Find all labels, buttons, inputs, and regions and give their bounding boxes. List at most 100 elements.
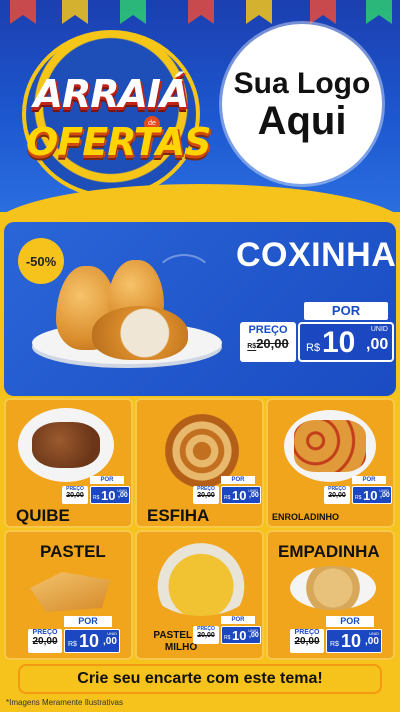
currency-symbol: R$ [224, 495, 231, 501]
old-price: 20,00 [294, 636, 320, 647]
currency-symbol: R$ [224, 635, 231, 641]
product-card-pastel-de-milho[interactable]: PASTEL DE MILHO PREÇO 20,00 POR R$ 10 ,00… [135, 530, 264, 660]
price-integer: 10 [232, 488, 247, 503]
header-wave-yellow [0, 184, 400, 212]
currency-symbol: R$ [68, 641, 77, 648]
product-price-tag: PREÇO 20,00 POR R$ 10 ,00 UNID [193, 616, 261, 652]
product-price-tag: PREÇO 20,00 POR R$ 10 ,00 UNID [28, 616, 120, 656]
price-cents: ,00 [365, 636, 379, 647]
product-card-pastel[interactable]: PASTEL PREÇO 20,00 POR R$ 10 ,00 UNID [4, 530, 133, 660]
old-price-box: PREÇO 20,00 [62, 486, 88, 504]
quibe-image [32, 422, 100, 468]
price-integer: 10 [322, 326, 356, 359]
new-price-box: R$ 10 ,00 UNID [221, 486, 261, 504]
arraia-ofertas-badge: ARRAIÁ de OFERTAS [22, 30, 212, 198]
new-price-box: R$ 10 ,00 UNID [90, 486, 130, 504]
product-card-enroladinho[interactable]: ENROLADINHO PREÇO 20,00 POR R$ 10 ,00 UNI… [266, 398, 395, 528]
por-label: POR [352, 476, 386, 484]
festa-flag [246, 0, 272, 24]
price-cents: ,00 [366, 336, 389, 353]
unit-label: UNID [248, 488, 258, 493]
festa-flag [120, 0, 146, 24]
price-integer: 10 [101, 488, 116, 503]
disclaimer-note: *Imagens Meramente Ilustrativas [6, 698, 123, 707]
unit-label: UNID [117, 488, 127, 493]
currency-symbol: R$ [355, 495, 362, 501]
new-price-box: R$ 10 ,00 UNID [221, 626, 261, 644]
discount-badge: -50% [18, 238, 64, 284]
logo-placeholder[interactable]: Sua Logo Aqui [222, 24, 382, 184]
product-card-quibe[interactable]: QUIBE PREÇO 20,00 POR R$ 10 ,00 UNID [4, 398, 133, 528]
festa-flag [310, 0, 336, 24]
price-integer: 10 [341, 631, 362, 651]
product-name: ENROLADINHO [272, 512, 339, 522]
por-label: POR [221, 476, 255, 484]
logo-text-line2: Aqui [257, 99, 347, 143]
old-price: 20,00 [197, 632, 215, 639]
unit-label: UNID [369, 631, 379, 636]
new-price-box: R$ 10 ,00 UNID [326, 629, 382, 653]
product-card-esfiha[interactable]: ESFIHA PREÇO 20,00 POR R$ 10 ,00 UNID [135, 398, 264, 528]
price-integer: 10 [79, 631, 100, 651]
badge-title-top: ARRAIÁ [33, 72, 190, 116]
empadinha-image [290, 566, 376, 610]
price-cents: ,00 [380, 492, 390, 499]
por-label: POR [304, 302, 388, 320]
enroladinho-image [294, 420, 366, 472]
festa-flag [366, 0, 392, 24]
por-label: POR [221, 616, 255, 624]
featured-product-name: COXINHA [236, 236, 397, 274]
old-price-box: PREÇO 20,00 [28, 629, 62, 653]
featured-price-tag: POR PREÇO R$20,00 R$ 10 ,00 UNID [240, 302, 396, 364]
old-price-box: PREÇO 20,00 [193, 626, 219, 644]
unit-label: UNID [379, 488, 389, 493]
pastel-de-milho-image [145, 542, 257, 616]
price-integer: 10 [363, 488, 378, 503]
product-price-tag: PREÇO 20,00 POR R$ 10 ,00 UNID [62, 476, 130, 512]
old-price: 20,00 [66, 492, 84, 499]
product-name: PASTEL [40, 542, 106, 561]
new-price-box: R$ 10 ,00 UNID [298, 322, 394, 362]
por-label: POR [90, 476, 124, 484]
unit-label: UNID [107, 631, 117, 636]
festa-flag [188, 0, 214, 24]
currency-symbol: R$ [306, 342, 321, 354]
coxinha-cut-image [92, 306, 188, 360]
festa-flag [62, 0, 88, 24]
preco-label: PREÇO [294, 629, 320, 636]
badge-title-bottom: OFERTAS [26, 120, 212, 164]
product-price-tag: PREÇO 20,00 POR R$ 10 ,00 UNID [193, 476, 261, 512]
por-label: POR [64, 616, 112, 627]
new-price-box: R$ 10 ,00 UNID [352, 486, 392, 504]
old-price-box: PREÇO 20,00 [324, 486, 350, 504]
festa-flag [10, 0, 36, 24]
product-price-tag: PREÇO 20,00 POR R$ 10 ,00 UNID [290, 616, 382, 656]
old-price: 20,00 [197, 492, 215, 499]
cta-banner[interactable]: Crie seu encarte com este tema! [18, 664, 382, 694]
header-banner: ARRAIÁ de OFERTAS Sua Logo Aqui [0, 0, 400, 212]
price-integer: 10 [232, 628, 247, 643]
preco-label: PREÇO [248, 324, 288, 336]
price-cents: ,00 [249, 492, 259, 499]
price-cents: ,00 [118, 492, 128, 499]
featured-product-card[interactable]: -50% COXINHA POR PREÇO R$20,00 R$ 10 ,00… [4, 222, 396, 396]
old-price: 20,00 [328, 492, 346, 499]
por-label: POR [326, 616, 374, 627]
new-price-box: R$ 10 ,00 UNID [64, 629, 120, 653]
unit-label: UNID [248, 628, 258, 633]
product-name: EMPADINHA [278, 542, 380, 561]
price-cents: ,00 [103, 636, 117, 647]
old-price-box: PREÇO 20,00 [290, 629, 324, 653]
price-cents: ,00 [249, 632, 259, 639]
old-price: 20,00 [32, 636, 58, 647]
logo-text-line1: Sua Logo [233, 67, 371, 100]
old-price-box: PREÇO 20,00 [193, 486, 219, 504]
product-price-tag: PREÇO 20,00 POR R$ 10 ,00 UNID [324, 476, 392, 512]
old-price: R$20,00 [247, 336, 289, 351]
old-price-box: PREÇO R$20,00 [240, 322, 296, 362]
currency-symbol: R$ [93, 495, 100, 501]
product-card-empadinha[interactable]: EMPADINHA PREÇO 20,00 POR R$ 10 ,00 UNID [266, 530, 395, 660]
pastel-image [30, 572, 110, 612]
unit-label: UNID [370, 326, 388, 333]
currency-symbol: R$ [330, 641, 339, 648]
